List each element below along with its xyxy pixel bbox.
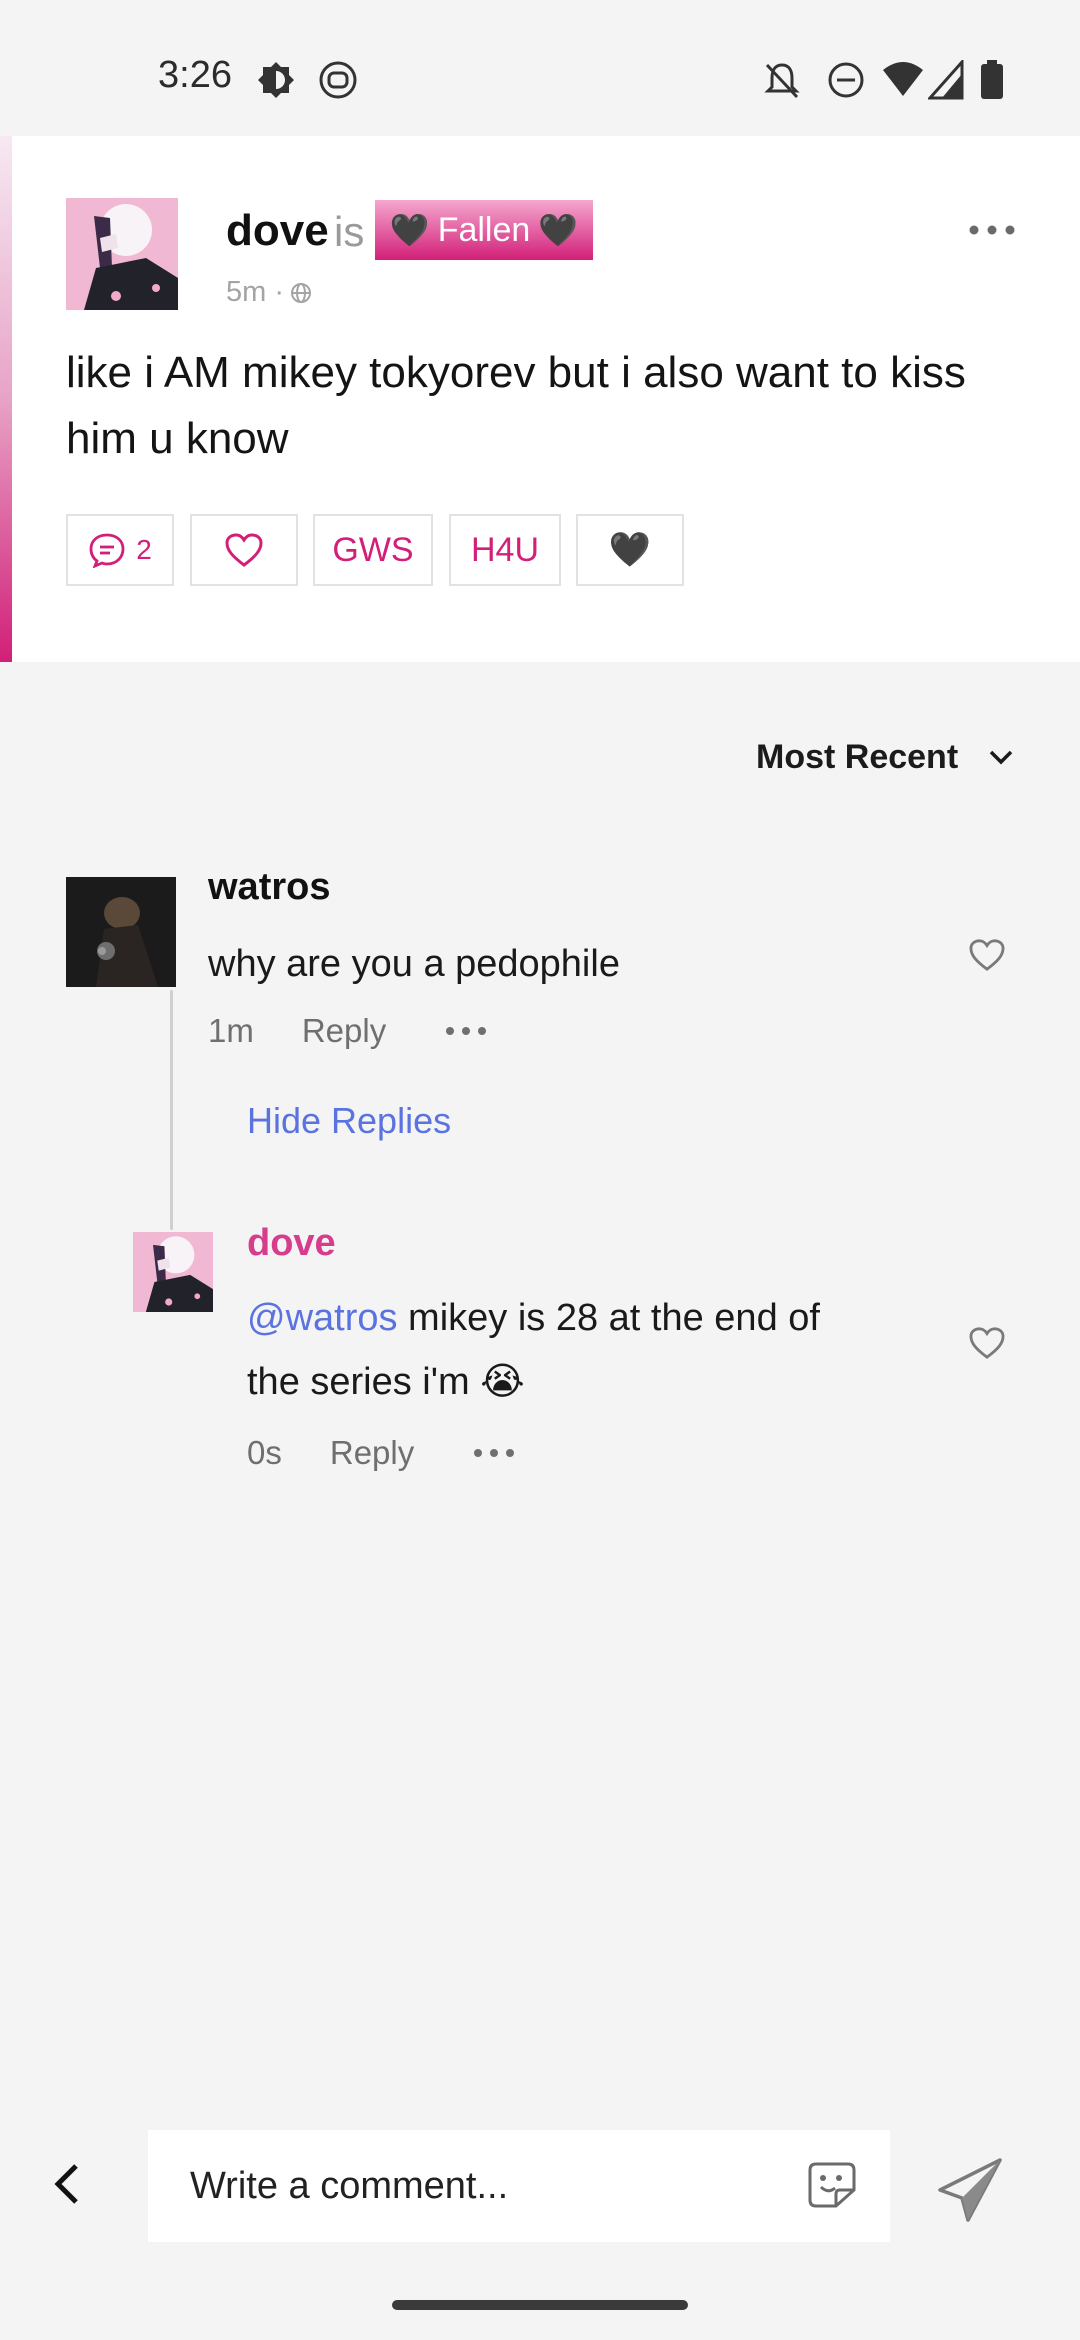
comment-text: why are you a pedophile xyxy=(208,943,620,985)
mood-heart-right: 🖤 xyxy=(538,212,579,248)
reply-mention[interactable]: @watros xyxy=(247,1297,398,1339)
comment-icon xyxy=(89,533,125,568)
wifi-icon xyxy=(883,62,923,96)
comment-avatar-watros[interactable] xyxy=(66,877,176,987)
post-more-icon[interactable] xyxy=(968,222,1016,238)
post-text: like i AM mikey tokyorev but i also want… xyxy=(66,348,966,463)
comments-count: 2 xyxy=(136,534,152,565)
heart-outline-icon xyxy=(225,533,263,567)
mood-heart-left: 🖤 xyxy=(389,212,430,248)
status-time: 3:26 xyxy=(158,54,232,96)
comment-more-icon[interactable] xyxy=(444,1025,488,1037)
chevron-down-icon xyxy=(989,750,1013,764)
mood-badge[interactable]: 🖤 Fallen 🖤 xyxy=(375,200,593,260)
comment-author[interactable]: watros xyxy=(208,866,330,909)
battery-icon xyxy=(981,60,1003,99)
post-meta: 5m · xyxy=(226,276,312,309)
back-arrow-icon[interactable] xyxy=(48,2160,88,2208)
assistant-icon xyxy=(319,61,357,99)
signal-icon xyxy=(928,60,964,100)
globe-icon xyxy=(291,282,311,303)
comment-like-icon[interactable] xyxy=(968,938,1006,972)
reply-like-icon[interactable] xyxy=(968,1326,1006,1360)
post-author-name[interactable]: dove xyxy=(226,206,329,256)
sticker-icon[interactable] xyxy=(806,2160,858,2210)
reply-avatar-dove[interactable] xyxy=(133,1232,213,1312)
comment-time: 1m xyxy=(208,1012,254,1049)
reply-reply-button[interactable]: Reply xyxy=(330,1434,414,1472)
brightness-icon xyxy=(258,62,294,98)
hide-replies-link[interactable]: Hide Replies xyxy=(247,1100,451,1142)
send-icon[interactable] xyxy=(938,2158,1004,2222)
reply-more-icon[interactable] xyxy=(472,1447,516,1459)
post-time: 5m · xyxy=(226,276,284,308)
black-heart-button[interactable]: 🖤 xyxy=(576,514,684,586)
post-author-avatar[interactable] xyxy=(66,198,178,310)
home-indicator[interactable] xyxy=(392,2300,688,2310)
gws-button[interactable]: GWS xyxy=(313,514,433,586)
reply-meta: 0s Reply xyxy=(247,1434,516,1472)
reply-text: @watros mikey is 28 at the end of the se… xyxy=(247,1286,847,1414)
reply-author[interactable]: dove xyxy=(247,1222,336,1265)
post-is-text: is xyxy=(334,208,365,255)
reply-time: 0s xyxy=(247,1434,282,1471)
reply-thread-line xyxy=(170,990,173,1230)
comment-input[interactable]: Write a comment... xyxy=(148,2130,890,2242)
sort-label: Most Recent xyxy=(756,738,959,776)
status-bar: 3:26 xyxy=(0,0,1080,136)
h4u-button[interactable]: H4U xyxy=(449,514,561,586)
mood-label: Fallen xyxy=(437,210,531,249)
comment-meta: 1m Reply xyxy=(208,1012,488,1050)
comment-reply-button[interactable]: Reply xyxy=(302,1012,386,1050)
notifications-off-icon xyxy=(764,63,800,99)
do-not-disturb-icon xyxy=(828,62,864,98)
post-mood-accent xyxy=(0,136,12,662)
sort-dropdown[interactable]: Most Recent xyxy=(756,738,1014,777)
like-button[interactable] xyxy=(190,514,298,586)
comments-count-button[interactable]: 2 xyxy=(66,514,174,586)
